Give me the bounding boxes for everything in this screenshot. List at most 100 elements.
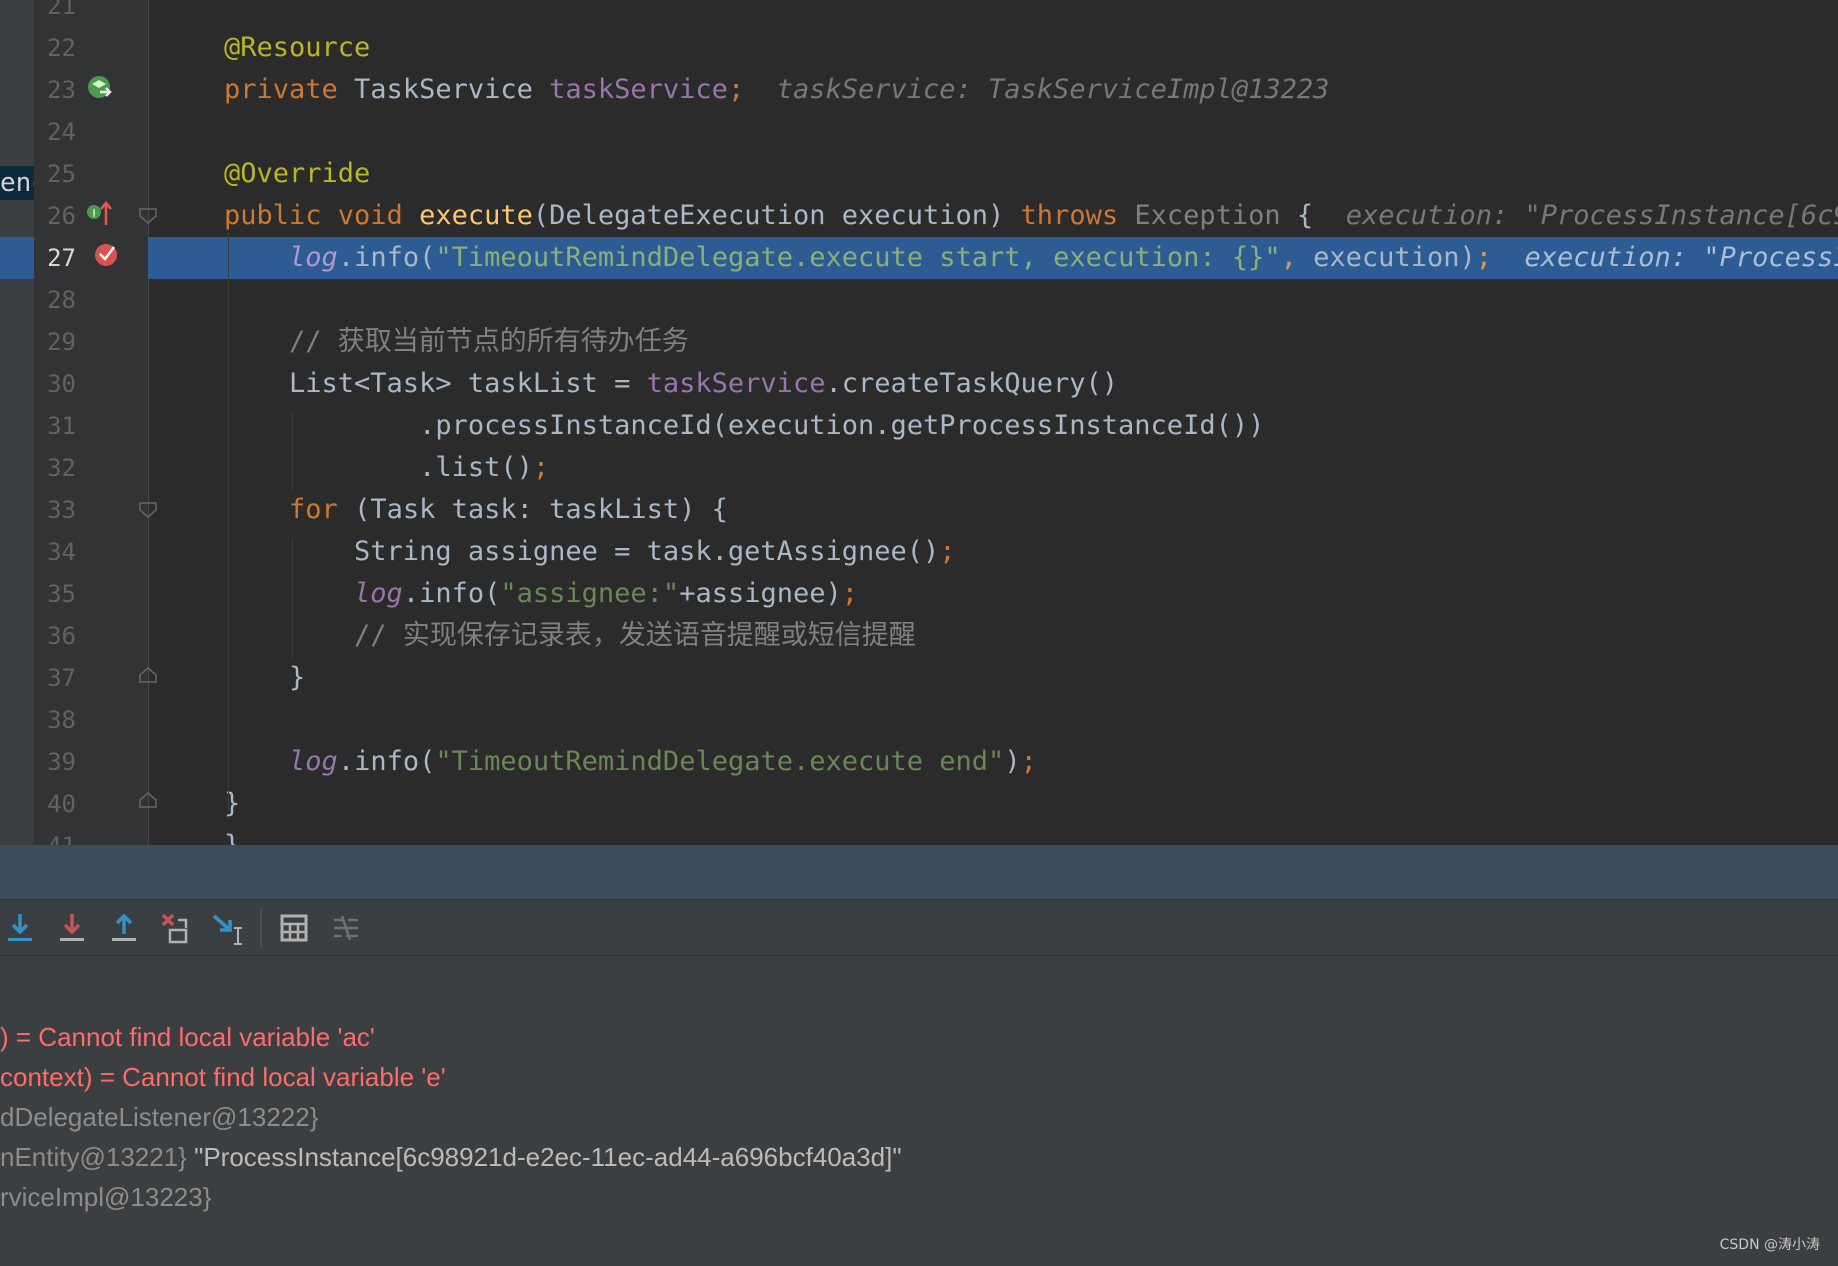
fold-icon[interactable] — [138, 207, 158, 225]
code-line[interactable]: 30 List<Task> taskList = taskService.cre… — [0, 363, 1838, 405]
line-number[interactable]: 34 — [34, 531, 76, 573]
indent-guide — [292, 412, 293, 490]
variable-name: rviceImpl@13223} — [0, 1182, 212, 1212]
code-line[interactable]: 26 public void execute(DelegateExecution … — [0, 195, 1838, 237]
code-text[interactable]: @Resource — [224, 27, 370, 69]
current-execution-line[interactable]: 27 log.info("TimeoutRemindDelegate.execu… — [0, 237, 1838, 279]
line-number[interactable]: 31 — [34, 405, 76, 447]
code-text[interactable]: private TaskService taskService; taskSer… — [224, 69, 1329, 111]
force-step-into-icon[interactable] — [54, 910, 90, 946]
indent-guide — [228, 232, 229, 812]
fold-icon[interactable] — [138, 501, 158, 519]
line-number[interactable]: 29 — [34, 321, 76, 363]
variable-name: dDelegateListener@13222} — [0, 1102, 319, 1132]
implementation-bean-icon[interactable] — [86, 74, 114, 102]
code-text[interactable]: log.info("TimeoutRemindDelegate.execute … — [224, 741, 1037, 783]
code-line[interactable]: 41} — [0, 825, 1838, 845]
code-line[interactable]: 29 // 获取当前节点的所有待办任务 — [0, 321, 1838, 363]
unfold-icon[interactable] — [138, 791, 158, 809]
code-token: (Task task: taskList) { — [354, 494, 728, 525]
code-token: taskService — [549, 74, 728, 105]
code-text[interactable]: .list(); — [224, 447, 549, 489]
variable-row[interactable]: rviceImpl@13223} — [0, 1177, 211, 1217]
debug-panel-header — [0, 845, 1838, 899]
code-line[interactable]: 34 String assignee = task.getAssignee(); — [0, 531, 1838, 573]
code-text[interactable]: List<Task> taskList = taskService.create… — [224, 363, 1118, 405]
code-text[interactable]: } — [224, 657, 305, 699]
code-text[interactable]: log.info("assignee:"+assignee); — [224, 573, 858, 615]
line-number[interactable]: 33 — [34, 489, 76, 531]
line-number[interactable]: 35 — [34, 573, 76, 615]
line-number[interactable]: 28 — [34, 279, 76, 321]
code-text[interactable]: for (Task task: taskList) { — [224, 489, 728, 531]
code-token: TaskService — [354, 74, 550, 105]
line-number[interactable]: 32 — [34, 447, 76, 489]
line-number[interactable]: 36 — [34, 615, 76, 657]
code-text[interactable]: public void execute(DelegateExecution ex… — [224, 195, 1838, 237]
svg-text:I: I — [92, 207, 95, 220]
code-token: execution) — [1313, 242, 1476, 273]
code-token: ; — [1020, 746, 1037, 777]
code-text[interactable]: } — [224, 783, 240, 825]
code-text[interactable]: // 获取当前节点的所有待办任务 — [224, 321, 689, 363]
code-token: } — [224, 830, 240, 845]
code-line[interactable]: 39 log.info("TimeoutRemindDelegate.execu… — [0, 741, 1838, 783]
line-number[interactable]: 39 — [34, 741, 76, 783]
trace-current-stream-icon[interactable] — [328, 910, 364, 946]
code-editor[interactable]: enc 2122@Resource23private TaskService t… — [0, 0, 1838, 845]
code-line[interactable]: 36 // 实现保存记录表，发送语音提醒或短信提醒 — [0, 615, 1838, 657]
code-line[interactable]: 28 — [0, 279, 1838, 321]
line-number[interactable]: 26 — [34, 195, 76, 237]
variable-row[interactable]: dDelegateListener@13222} — [0, 1097, 318, 1137]
code-line[interactable]: 22 @Resource — [0, 27, 1838, 69]
code-text[interactable]: @Override — [224, 153, 370, 195]
drop-frame-icon[interactable] — [158, 910, 194, 946]
variable-row[interactable]: nEntity@13221} "ProcessInstance[6c98921d… — [0, 1137, 902, 1177]
line-number[interactable]: 37 — [34, 657, 76, 699]
line-number[interactable]: 22 — [34, 27, 76, 69]
debug-subbar — [0, 955, 1838, 1010]
step-into-icon[interactable] — [2, 910, 38, 946]
unfold-icon[interactable] — [138, 666, 158, 684]
line-number[interactable]: 30 — [34, 363, 76, 405]
code-text[interactable]: } — [224, 825, 240, 845]
code-line[interactable]: 25 @Override — [0, 153, 1838, 195]
code-line[interactable]: 31 .processInstanceId(execution.getProce… — [0, 405, 1838, 447]
toolbar-separator — [260, 908, 262, 948]
line-number[interactable]: 40 — [34, 783, 76, 825]
code-line[interactable]: 37 } — [0, 657, 1838, 699]
variable-row[interactable]: ) = Cannot find local variable 'ac' — [0, 1017, 375, 1057]
run-to-cursor-icon[interactable] — [210, 910, 246, 946]
override-up-arrow-icon[interactable]: I — [86, 198, 114, 228]
evaluate-expression-icon[interactable] — [276, 910, 312, 946]
line-number[interactable]: 38 — [34, 699, 76, 741]
code-line[interactable]: 23 private TaskService taskService; taskS… — [0, 69, 1838, 111]
code-token: ; — [939, 536, 956, 567]
breakpoint-icon[interactable] — [92, 240, 120, 268]
code-line[interactable]: 33 for (Task task: taskList) { — [0, 489, 1838, 531]
variables-panel[interactable]: ) = Cannot find local variable 'ac' conte… — [0, 1009, 1838, 1266]
line-number[interactable]: 23 — [34, 69, 76, 111]
step-out-icon[interactable] — [106, 910, 142, 946]
code-line[interactable]: 21 — [0, 0, 1838, 27]
code-line[interactable]: 32 .list(); — [0, 447, 1838, 489]
code-text[interactable]: String assignee = task.getAssignee(); — [224, 531, 956, 573]
code-text[interactable]: log.info("TimeoutRemindDelegate.execute … — [224, 237, 1838, 279]
code-text[interactable]: // 实现保存记录表，发送语音提醒或短信提醒 — [224, 615, 916, 657]
line-number[interactable]: 21 — [34, 0, 76, 27]
code-text[interactable]: .processInstanceId(execution.getProcessI… — [224, 405, 1264, 447]
line-number[interactable]: 27 — [34, 237, 76, 279]
code-line[interactable]: 40} — [0, 783, 1838, 825]
line-number[interactable]: 24 — [34, 111, 76, 153]
line-number[interactable]: 25 — [34, 153, 76, 195]
variable-name: nEntity@13221} — [0, 1142, 195, 1172]
code-line[interactable]: 24 — [0, 111, 1838, 153]
code-line[interactable]: 35 log.info("assignee:"+assignee); — [0, 573, 1838, 615]
variable-row[interactable]: context) = Cannot find local variable 'e… — [0, 1057, 446, 1097]
variable-name: context) = — [0, 1062, 123, 1092]
code-line[interactable]: 38 — [0, 699, 1838, 741]
line-number[interactable]: 41 — [34, 825, 76, 845]
